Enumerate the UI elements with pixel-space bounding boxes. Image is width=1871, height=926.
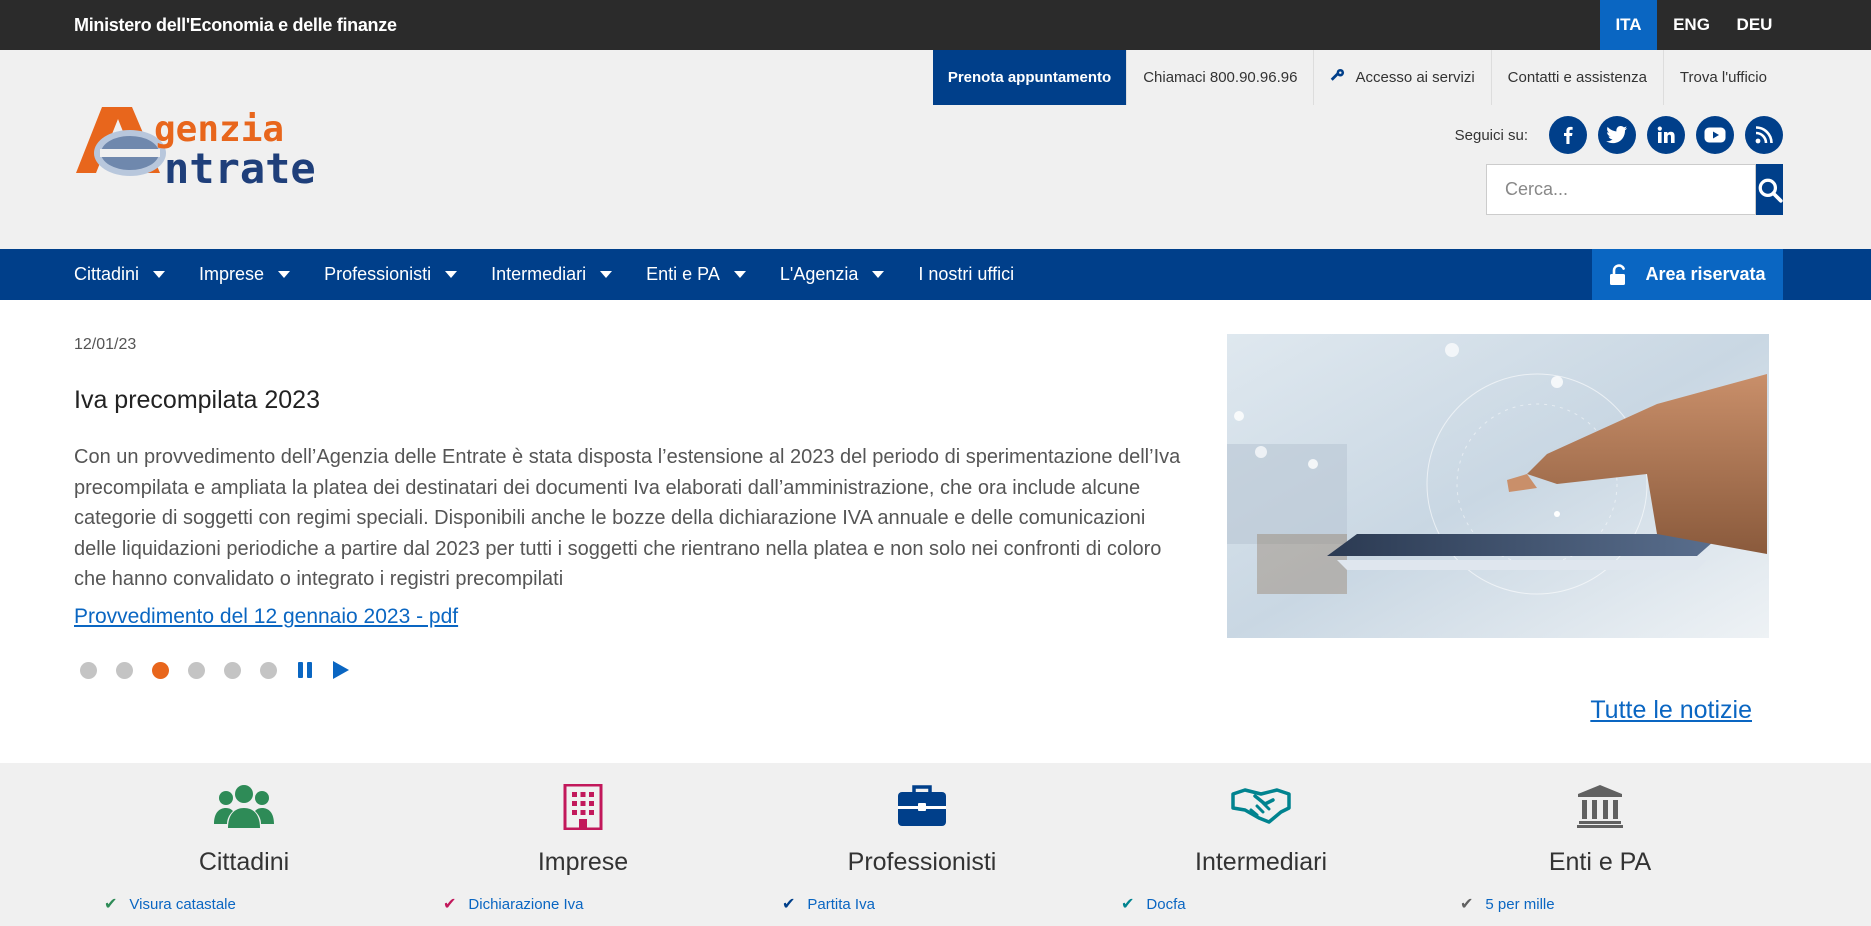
carousel-dot[interactable]: [260, 661, 277, 679]
category-link-label: Partita Iva: [807, 895, 875, 913]
search-input[interactable]: [1486, 164, 1756, 215]
carousel-dot[interactable]: [188, 661, 205, 679]
caret-down-icon: [153, 271, 166, 278]
category-intermediari[interactable]: Intermediari ✔ Docfa: [1091, 763, 1431, 926]
lang-deu[interactable]: DEU: [1726, 0, 1783, 50]
categories-section: Cittadini ✔ Visura catastale Imprese ✔ Dic…: [0, 763, 1871, 926]
ministry-link[interactable]: Ministero dell'Economia e delle finanze: [74, 0, 397, 50]
agenzia-entrate-logo[interactable]: genzia ntrate: [74, 103, 356, 193]
lang-ita[interactable]: ITA: [1600, 0, 1657, 50]
nav-enti-pa-label: Enti e PA: [646, 264, 720, 284]
rss-icon[interactable]: [1745, 116, 1783, 154]
contacts-link[interactable]: Contatti e assistenza: [1490, 50, 1663, 105]
carousel-dot[interactable]: [80, 661, 97, 679]
lang-eng[interactable]: ENG: [1663, 0, 1720, 50]
nav-agenzia-label: L'Agenzia: [779, 264, 859, 284]
check-icon: ✔: [443, 896, 457, 913]
category-imprese[interactable]: Imprese ✔ Dichiarazione Iva: [413, 763, 753, 926]
check-icon: ✔: [1460, 896, 1474, 913]
linkedin-icon[interactable]: [1647, 116, 1685, 154]
nav-agenzia[interactable]: L'Agenzia: [780, 264, 885, 285]
unlock-icon: [1610, 263, 1626, 285]
main-navigation: Cittadini Imprese Professionisti Interme…: [0, 249, 1871, 300]
call-us-link[interactable]: Chiamaci 800.90.96.96: [1126, 50, 1313, 105]
play-icon[interactable]: [332, 660, 350, 680]
carousel-dot[interactable]: [224, 661, 241, 679]
nav-intermediari-label: Intermediari: [491, 264, 587, 284]
building-icon: [413, 784, 753, 834]
logo-entrate-text: ntrate: [164, 144, 316, 187]
reserved-area-label: Area riservata: [1645, 264, 1766, 284]
category-link-label: Docfa: [1146, 895, 1186, 913]
social-label: Seguici su:: [1454, 126, 1528, 144]
key-icon: [1330, 68, 1345, 87]
handshake-icon: [1091, 784, 1431, 834]
caret-down-icon: [600, 271, 613, 278]
category-link-label: Dichiarazione Iva: [468, 895, 584, 913]
nav-professionisti-label: Professionisti: [324, 264, 432, 284]
category-link[interactable]: ✔ Dichiarazione Iva: [443, 894, 583, 914]
category-title: Intermediari: [1195, 848, 1327, 876]
news-date: 12/01/23: [74, 336, 137, 353]
find-office-link[interactable]: Trova l'ufficio: [1662, 50, 1783, 105]
nav-intermediari[interactable]: Intermediari: [491, 264, 613, 285]
news-pdf-link[interactable]: Provvedimento del 12 gennaio 2023 - pdf: [74, 605, 458, 629]
category-enti-pa[interactable]: Enti e PA ✔ 5 per mille: [1430, 763, 1770, 926]
category-cittadini[interactable]: Cittadini ✔ Visura catastale: [74, 763, 414, 926]
nav-imprese[interactable]: Imprese: [199, 264, 291, 285]
top-bar: Ministero dell'Economia e delle finanze …: [0, 0, 1871, 50]
check-icon: ✔: [1121, 896, 1135, 913]
briefcase-icon: [752, 784, 1092, 834]
nav-list: Cittadini Imprese Professionisti Interme…: [74, 249, 1048, 300]
category-professionisti[interactable]: Professionisti ✔ Partita Iva: [752, 763, 1092, 926]
book-appointment-button[interactable]: Prenota appuntamento: [932, 50, 1127, 105]
social-links: Seguici su:: [1455, 116, 1783, 154]
carousel-dot-active[interactable]: [152, 661, 169, 679]
carousel-dot[interactable]: [116, 661, 133, 679]
caret-down-icon: [733, 271, 746, 278]
people-icon: [74, 784, 414, 834]
search-box: [1486, 164, 1783, 215]
category-title: Imprese: [537, 848, 629, 876]
pause-icon[interactable]: [296, 661, 314, 679]
search-icon: [1758, 178, 1783, 203]
caret-down-icon: [445, 271, 458, 278]
check-icon: ✔: [782, 896, 796, 913]
reserved-area-button[interactable]: Area riservata: [1592, 249, 1783, 300]
news-body: Con un provvedimento dell’Agenzia delle …: [74, 446, 1181, 590]
youtube-icon[interactable]: [1696, 116, 1734, 154]
category-title: Enti e PA: [1548, 848, 1652, 876]
category-title: Cittadini: [198, 848, 290, 876]
carousel-controls: [80, 660, 368, 680]
nav-imprese-label: Imprese: [199, 264, 265, 284]
category-link[interactable]: ✔ Partita Iva: [782, 894, 875, 914]
category-title: Professionisti: [847, 848, 997, 876]
nav-cittadini[interactable]: Cittadini: [74, 264, 166, 285]
category-link[interactable]: ✔ 5 per mille: [1460, 894, 1555, 914]
nav-enti-pa[interactable]: Enti e PA: [646, 264, 746, 285]
category-link-label: Visura catastale: [129, 895, 236, 913]
check-icon: ✔: [104, 896, 118, 913]
institution-icon: [1430, 784, 1770, 834]
all-news-link[interactable]: Tutte le notizie: [1590, 696, 1752, 725]
twitter-icon[interactable]: [1598, 116, 1636, 154]
facebook-icon[interactable]: [1549, 116, 1587, 154]
news-title[interactable]: Iva precompilata 2023: [74, 386, 320, 415]
services-access-link[interactable]: Accesso ai servizi: [1313, 50, 1490, 105]
search-button[interactable]: [1756, 164, 1783, 215]
category-link[interactable]: ✔ Docfa: [1121, 894, 1186, 914]
header: Prenota appuntamento Chiamaci 800.90.96.…: [0, 50, 1871, 249]
news-image: [1227, 334, 1769, 638]
category-link-label: 5 per mille: [1485, 895, 1555, 913]
utility-nav: Prenota appuntamento Chiamaci 800.90.96.…: [932, 50, 1783, 105]
caret-down-icon: [278, 271, 291, 278]
category-link[interactable]: ✔ Visura catastale: [104, 894, 236, 914]
nav-nostri-uffici[interactable]: I nostri uffici: [918, 264, 1014, 285]
nav-cittadini-label: Cittadini: [74, 264, 140, 284]
caret-down-icon: [872, 271, 885, 278]
services-access-label: Accesso ai servizi: [1355, 69, 1475, 86]
language-switcher: ITA ENG DEU: [1594, 0, 1783, 50]
nav-professionisti[interactable]: Professionisti: [324, 264, 458, 285]
